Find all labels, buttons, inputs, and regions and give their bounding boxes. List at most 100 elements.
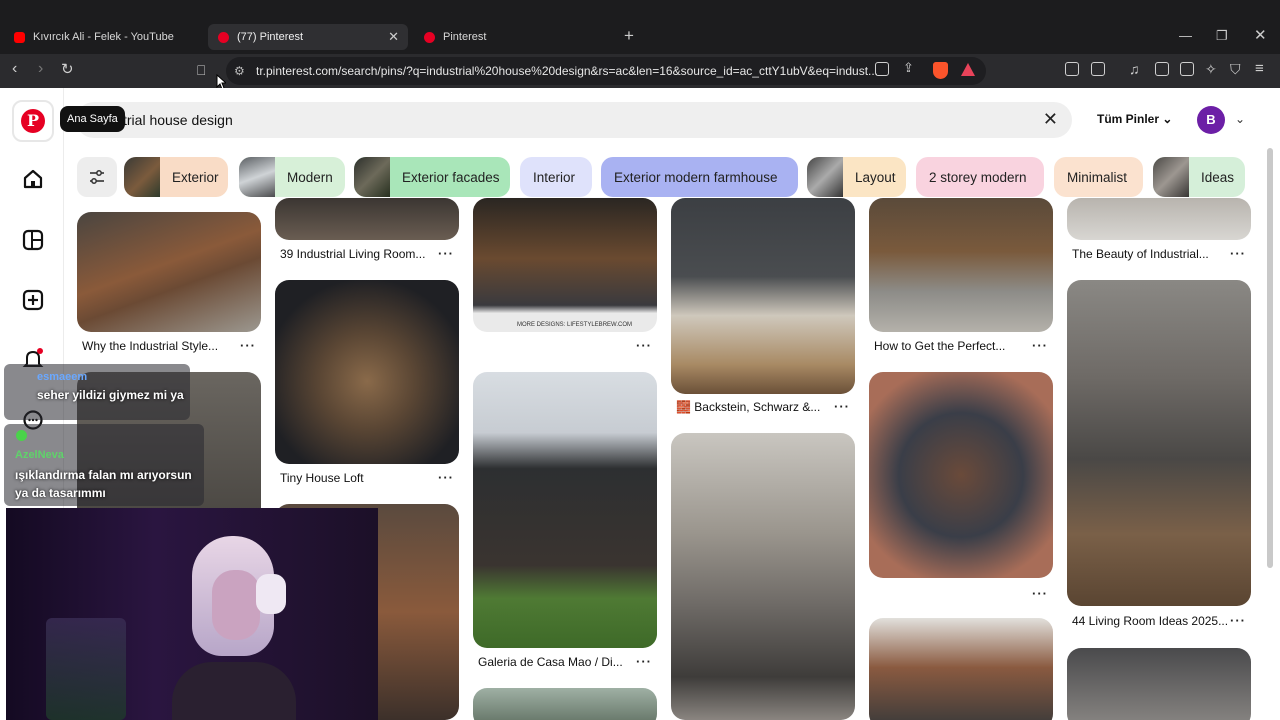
clear-search-icon[interactable]: ✕ [1043,109,1058,130]
tab-pinterest[interactable]: Pinterest [414,24,614,50]
chip-label: 2 storey modern [929,169,1027,185]
leo-ai-icon[interactable]: ✧ [1205,61,1217,78]
chat-username: AzelNeva [15,449,64,461]
close-tab-icon[interactable]: ✕ [388,29,399,45]
chip-exterior-modern-farmhouse[interactable]: Exterior modern farmhouse [601,157,798,197]
pin-image-kitchen-island[interactable]: MORE DESIGNS: LIFESTYLEBREW.COM [473,198,657,332]
pin-caption[interactable]: Tiny House Loft [280,471,364,485]
pin-image-sims-loft[interactable] [869,372,1053,578]
extensions-icon[interactable] [1065,62,1079,76]
forward-icon[interactable]: › [38,60,43,78]
chip-thumbnail [354,157,390,197]
pin-caption[interactable]: 44 Living Room Ideas 2025... [1072,614,1228,628]
chip-layout[interactable]: Layout [807,157,906,197]
pin-caption[interactable]: How to Get the Perfect... [874,339,1005,353]
pin-caption[interactable]: 39 Industrial Living Room... [280,247,425,261]
more-options-icon[interactable]: ··· [636,338,652,353]
chip-2-storey-modern[interactable]: 2 storey modern [916,157,1044,197]
avatar[interactable]: B [1197,106,1225,134]
pin-caption[interactable]: The Beauty of Industrial... [1072,247,1209,261]
pin-image-casa-mao[interactable] [473,372,657,648]
pin-image-interior[interactable] [1067,648,1251,720]
more-options-icon[interactable]: ··· [1032,338,1048,353]
reload-icon[interactable]: ↻ [61,60,74,78]
page-scrollbar[interactable] [1267,148,1273,568]
create-icon[interactable] [22,289,44,311]
pin-image-living-room[interactable] [275,198,459,240]
menu-icon[interactable]: ≡ [1255,60,1264,77]
chip-label: Exterior [172,169,219,185]
address-bar[interactable]: ⚙ tr.pinterest.com/search/pins/?q=indust… [226,57,986,85]
chip-interior[interactable]: Interior [520,157,592,197]
media-icon[interactable]: ♫ [1129,61,1140,77]
chip-label: Layout [855,169,896,185]
pin-filter-label: Tüm Pinler [1097,112,1160,126]
bookmark-icon[interactable]: ⎕ [197,62,205,79]
chip-label: Ideas [1201,169,1235,185]
home-icon[interactable] [22,168,44,190]
pin-image-tiny-house-loft[interactable] [275,280,459,464]
back-icon[interactable]: ‹ [12,60,17,78]
new-tab-icon[interactable]: + [624,26,634,46]
brave-shields-icon[interactable] [933,62,948,79]
pin-image-exterior[interactable] [473,688,657,720]
chip-minimalist[interactable]: Minimalist [1054,157,1143,197]
search-input[interactable]: strial house design [116,112,233,128]
streamer-face [212,570,260,640]
pin-caption[interactable]: 🧱 Backstein, Schwarz &... [676,400,820,414]
pinterest-favicon-icon [218,31,229,43]
pin-caption[interactable]: Galeria de Casa Mao / Di... [478,655,623,669]
more-options-icon[interactable]: ··· [636,654,652,669]
verified-badge-icon [16,430,27,441]
chip-modern[interactable]: Modern [239,157,345,197]
pin-image-industrial-bathroom[interactable] [869,198,1053,332]
more-options-icon[interactable]: ··· [438,246,454,261]
chip-ideas[interactable]: Ideas [1153,157,1245,197]
brave-rewards-icon[interactable] [961,63,975,76]
pin-image-brick-bedroom[interactable] [869,618,1053,720]
site-info-icon[interactable]: ⚙ [234,57,245,85]
share-icon[interactable]: ⇪ [903,60,914,76]
webcam-feed [6,508,378,720]
url-text: tr.pinterest.com/search/pins/?q=industri… [256,64,879,78]
more-options-icon[interactable]: ··· [1230,246,1246,261]
chip-thumbnail [124,157,160,197]
pin-image-industrial-sofa[interactable] [77,212,261,332]
tab-youtube[interactable]: Kıvırcık Ali - Felek - YouTube [4,24,204,50]
maximize-icon[interactable]: ❐ [1216,28,1228,44]
sidebar-icon[interactable] [1155,62,1169,76]
sliders-icon [90,170,104,184]
pin-image-kitchen-lounge[interactable] [671,198,855,394]
headphones-icon [256,574,286,614]
reader-icon[interactable] [1091,62,1105,76]
more-options-icon[interactable]: ··· [438,470,454,485]
youtube-favicon-icon [14,31,25,43]
cast-icon[interactable] [875,62,889,76]
filter-settings-button[interactable] [77,157,117,197]
chip-exterior[interactable]: Exterior [124,157,228,197]
more-options-icon[interactable]: ··· [240,338,256,353]
more-options-icon[interactable]: ··· [834,399,850,414]
tab-title: Pinterest [443,31,487,43]
chip-exterior-facades[interactable]: Exterior facades [354,157,510,197]
vpn-icon[interactable]: ⛉ [1230,61,1241,78]
chat-message: ışıklandırma falan mı arıyorsun ya da ta… [15,468,192,500]
pin-filter-dropdown[interactable]: Tüm Pinler ⌄ [1097,112,1172,126]
pinterest-logo-button[interactable]: P [12,100,54,142]
pin-caption[interactable]: Why the Industrial Style... [82,339,218,353]
search-bar[interactable]: strial house design ✕ [76,102,1072,138]
pin-image-beauty-industrial[interactable] [1067,198,1251,240]
wallet-icon[interactable] [1180,62,1194,76]
chip-thumbnail [807,157,843,197]
pin-image-living-room-ideas[interactable] [1067,280,1251,606]
chip-label: Minimalist [1067,169,1128,185]
tab-pinterest-active[interactable]: (77) Pinterest ✕ [208,24,408,50]
pin-watermark: MORE DESIGNS: LIFESTYLEBREW.COM [517,322,633,328]
account-chevron-icon[interactable]: ⌄ [1235,112,1245,126]
pin-image-concrete-living-room[interactable] [671,433,855,720]
explore-icon[interactable] [22,229,44,251]
minimize-icon[interactable]: — [1179,28,1192,43]
close-window-icon[interactable]: ✕ [1254,26,1267,44]
more-options-icon[interactable]: ··· [1032,586,1048,601]
more-options-icon[interactable]: ··· [1230,613,1246,628]
